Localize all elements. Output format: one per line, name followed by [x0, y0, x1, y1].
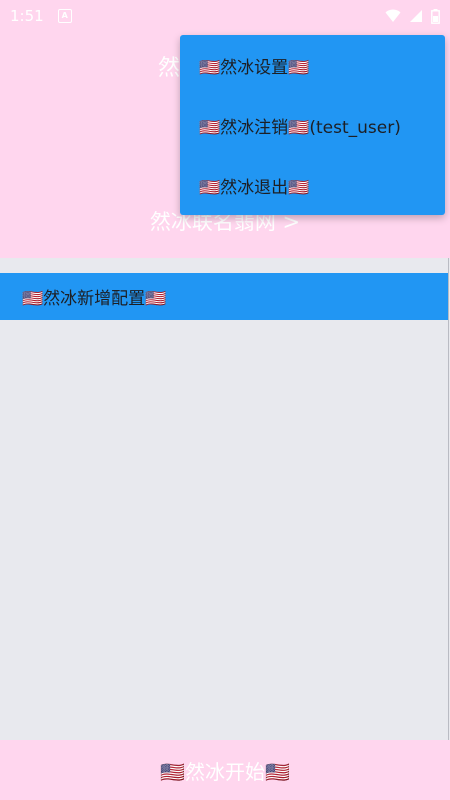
status-time: 1:51: [10, 7, 44, 25]
config-list-area: [0, 320, 448, 740]
wifi-icon: [385, 9, 401, 22]
add-config-label: 🇺🇸然冰新增配置🇺🇸: [22, 289, 167, 309]
menu-item-settings[interactable]: 🇺🇸然冰设置🇺🇸: [180, 35, 445, 95]
status-icons: [385, 8, 440, 24]
menu-item-logout-label: 🇺🇸然冰注销🇺🇸(test_user): [199, 117, 401, 138]
header-title: 然: [158, 56, 181, 81]
signal-icon: [410, 10, 422, 22]
menu-item-logout[interactable]: 🇺🇸然冰注销🇺🇸(test_user): [180, 95, 445, 155]
start-button-label: 🇺🇸然冰开始🇺🇸: [160, 759, 290, 784]
overflow-menu: 🇺🇸然冰设置🇺🇸 🇺🇸然冰注销🇺🇸(test_user) 🇺🇸然冰退出🇺🇸: [180, 35, 445, 215]
battery-icon: [431, 8, 440, 24]
status-bar: 1:51 A: [0, 0, 450, 32]
add-config-button[interactable]: 🇺🇸然冰新增配置🇺🇸: [0, 273, 448, 320]
start-button[interactable]: 🇺🇸然冰开始🇺🇸: [0, 740, 450, 800]
menu-item-exit[interactable]: 🇺🇸然冰退出🇺🇸: [180, 155, 445, 215]
menu-item-settings-label: 🇺🇸然冰设置🇺🇸: [199, 57, 310, 78]
menu-item-exit-label: 🇺🇸然冰退出🇺🇸: [199, 177, 310, 198]
scrollbar-edge: [448, 258, 449, 740]
app-notification-icon: A: [57, 9, 72, 23]
